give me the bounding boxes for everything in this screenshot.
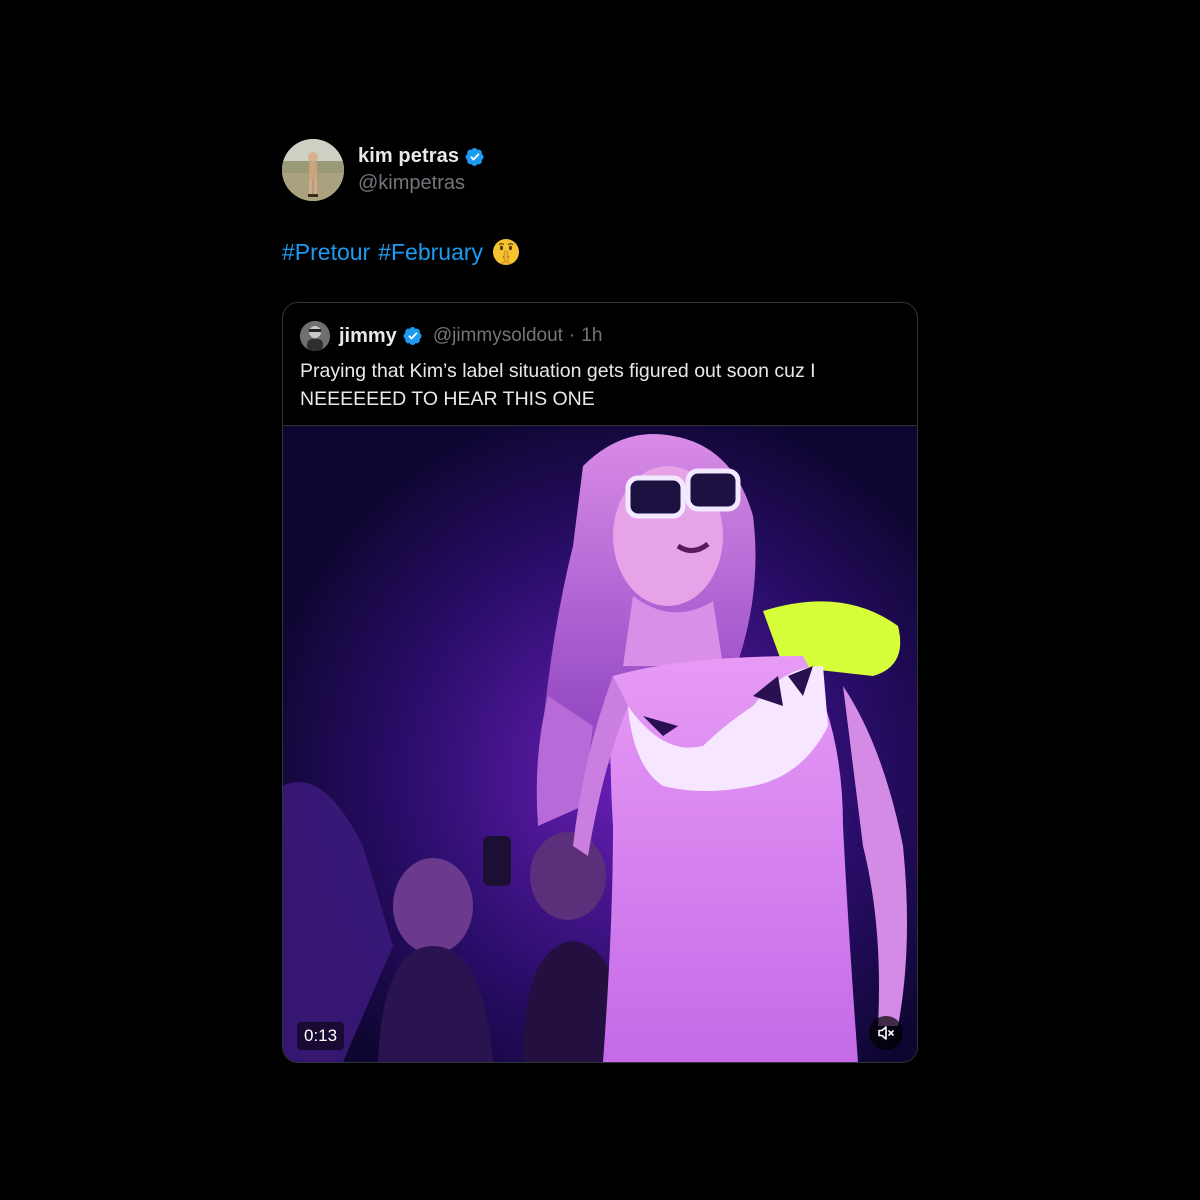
- speaker-muted-icon: [876, 1023, 896, 1043]
- video-duration-badge: 0:13: [297, 1022, 345, 1050]
- quoted-author-handle[interactable]: @jimmysoldout: [433, 325, 563, 347]
- quoted-verified-badge-icon[interactable]: [403, 326, 423, 346]
- author-display-name[interactable]: kim petras: [358, 145, 459, 168]
- tweet-header: kim petras @kimpetras: [282, 138, 918, 202]
- author-handle[interactable]: @kimpetras: [358, 172, 485, 195]
- quoted-tweet-meta: jimmy @jimmysoldout · 1h: [300, 321, 900, 351]
- video-player[interactable]: 0:13: [283, 425, 917, 1062]
- quoted-tweet[interactable]: jimmy @jimmysoldout · 1h Praying that Ki…: [282, 302, 918, 1063]
- hashtag-link[interactable]: #Pretour: [282, 237, 370, 267]
- quoted-author-avatar[interactable]: [300, 321, 330, 351]
- quoted-post-time[interactable]: 1h: [581, 325, 602, 347]
- meta-separator: ·: [568, 325, 576, 346]
- quoted-tweet-header: jimmy @jimmysoldout · 1h Praying that Ki…: [283, 303, 917, 425]
- tweet-text: #Pretour #February: [282, 236, 918, 268]
- author-avatar[interactable]: [282, 139, 344, 201]
- author-names: kim petras @kimpetras: [358, 145, 485, 195]
- shushing-face-emoji-icon: [491, 237, 521, 267]
- verified-badge-icon[interactable]: [465, 147, 485, 167]
- quoted-author-display-name[interactable]: jimmy: [339, 325, 397, 348]
- video-frame: [283, 426, 917, 1062]
- quoted-tweet-text: Praying that Kim’s label situation gets …: [300, 360, 816, 410]
- tweet: kim petras @kimpetras #Pretour #February: [282, 138, 918, 1063]
- hashtag-link[interactable]: #February: [378, 237, 483, 267]
- unmute-button[interactable]: [869, 1016, 903, 1050]
